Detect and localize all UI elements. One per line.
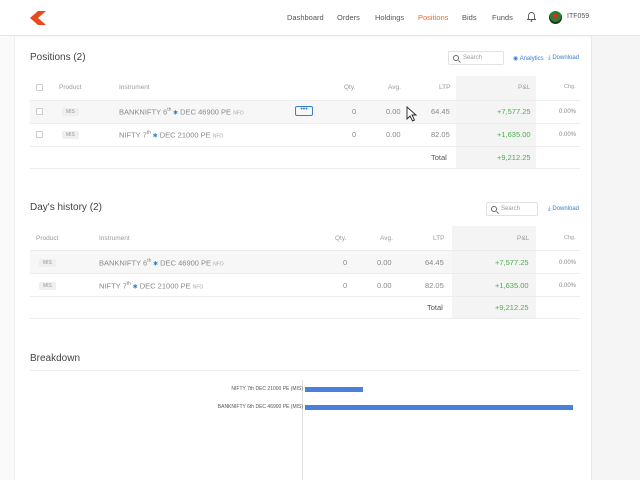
col-instrument[interactable]: Instrument	[119, 84, 150, 91]
star-icon: ✱	[150, 133, 158, 140]
breakdown-title: Breakdown	[30, 353, 81, 364]
col-chg[interactable]: Chg.	[564, 84, 576, 90]
avatar[interactable]	[549, 11, 562, 24]
divider	[30, 123, 580, 124]
top-navbar: Dashboard Orders Holdings Positions Bids…	[0, 0, 640, 36]
pnl-value: +1,635.00	[495, 281, 529, 290]
col-instrument[interactable]: Instrument	[99, 235, 130, 242]
row-options-button[interactable]: •••	[295, 106, 313, 116]
product-badge: MIS	[62, 108, 79, 116]
history-search-input[interactable]: Search	[486, 202, 538, 216]
col-avg[interactable]: Avg.	[380, 235, 393, 242]
avg-value: 0.00	[386, 107, 401, 116]
instrument-name[interactable]: NIFTY 7th ✱ DEC 21000 PE NFO	[99, 281, 203, 291]
qty-value: 0	[343, 258, 348, 267]
nav-holdings[interactable]: Holdings	[375, 13, 404, 22]
breakdown-bar[interactable]	[305, 405, 573, 410]
positions-download-link[interactable]: ⤓ Download	[548, 55, 579, 62]
divider	[30, 250, 580, 251]
nav-dashboard[interactable]: Dashboard	[287, 13, 324, 22]
pnl-value: +7,577.25	[497, 107, 531, 116]
download-icon: ⤓	[548, 55, 551, 61]
pnl-value: +1,635.00	[497, 130, 531, 139]
nav-positions[interactable]: Positions	[418, 13, 448, 22]
col-product[interactable]: Product	[36, 235, 58, 242]
star-icon: ✱	[130, 284, 138, 291]
product-badge: MIS	[39, 259, 56, 267]
col-qty[interactable]: Qty.	[335, 235, 346, 242]
chg-value: 0.00%	[559, 260, 577, 266]
chg-value: 0.00%	[559, 283, 577, 289]
instrument-name[interactable]: BANKNIFTY 6th ✱ DEC 46900 PE NFO	[119, 107, 244, 117]
divider	[30, 273, 580, 274]
right-scroll-area	[591, 36, 640, 480]
qty-value: 0	[343, 281, 348, 290]
total-label: Total	[427, 303, 443, 312]
total-label: Total	[431, 153, 447, 162]
total-pnl: +9,212.25	[495, 303, 529, 312]
divider	[30, 296, 580, 297]
avg-value: 0.00	[377, 281, 392, 290]
instrument-name[interactable]: NIFTY 7th ✱ DEC 21000 PE NFO	[119, 130, 223, 140]
divider	[30, 370, 580, 371]
col-avg[interactable]: Avg.	[388, 84, 401, 91]
bell-icon[interactable]	[527, 12, 536, 22]
search-icon	[491, 206, 497, 212]
divider	[30, 168, 580, 169]
col-ltp[interactable]: LTP	[433, 235, 444, 242]
select-all-checkbox[interactable]	[36, 84, 43, 91]
pnl-value: +7,577.25	[495, 258, 529, 267]
breakdown-bar-label: BANKNIFTY 6th DEC 46900 PE (MIS)	[217, 404, 303, 410]
row-checkbox[interactable]	[36, 108, 43, 115]
breakdown-bar-label: NIFTY 7th DEC 21000 PE (MIS)	[231, 386, 303, 392]
nav-bids[interactable]: Bids	[462, 13, 477, 22]
row-checkbox[interactable]	[36, 131, 43, 138]
col-pnl[interactable]: P&L	[518, 84, 530, 91]
left-margin	[0, 36, 15, 480]
col-chg[interactable]: Chg.	[564, 235, 576, 241]
col-product[interactable]: Product	[59, 84, 81, 91]
chg-value: 0.00%	[559, 132, 577, 138]
product-badge: MIS	[62, 131, 79, 139]
col-ltp[interactable]: LTP	[439, 84, 450, 91]
kite-logo-icon[interactable]	[30, 11, 48, 25]
ltp-value: 64.45	[431, 107, 450, 116]
col-qty[interactable]: Qty.	[344, 84, 355, 91]
history-download-link[interactable]: ⤓ Download	[548, 206, 579, 213]
history-title: Day's history (2)	[30, 202, 102, 213]
qty-value: 0	[352, 130, 357, 139]
avg-value: 0.00	[386, 130, 401, 139]
divider	[30, 318, 580, 319]
chart-axis	[302, 380, 303, 480]
mouse-cursor-icon	[406, 106, 418, 122]
download-icon: ⤓	[548, 206, 551, 212]
chg-value: 0.00%	[559, 109, 577, 115]
positions-search-input[interactable]: Search	[448, 51, 504, 65]
ltp-value: 64.45	[425, 258, 444, 267]
nav-funds[interactable]: Funds	[492, 13, 513, 22]
col-pnl[interactable]: P&L	[517, 235, 529, 242]
instrument-name[interactable]: BANKNIFTY 6th ✱ DEC 46900 PE NFO	[99, 258, 224, 268]
nav-orders[interactable]: Orders	[337, 13, 360, 22]
avg-value: 0.00	[377, 258, 392, 267]
search-icon	[453, 55, 459, 61]
analytics-icon: ◉	[513, 56, 519, 62]
divider	[30, 100, 580, 101]
user-id[interactable]: ITF059	[567, 13, 589, 20]
divider	[30, 146, 580, 147]
positions-title: Positions (2)	[30, 52, 86, 63]
ltp-value: 82.05	[431, 130, 450, 139]
analytics-link[interactable]: ◉ Analytics	[513, 55, 544, 62]
breakdown-bar[interactable]	[305, 387, 363, 392]
product-badge: MIS	[39, 282, 56, 290]
total-pnl: +9,212.25	[497, 153, 531, 162]
qty-value: 0	[352, 107, 357, 116]
ltp-value: 82.05	[425, 281, 444, 290]
